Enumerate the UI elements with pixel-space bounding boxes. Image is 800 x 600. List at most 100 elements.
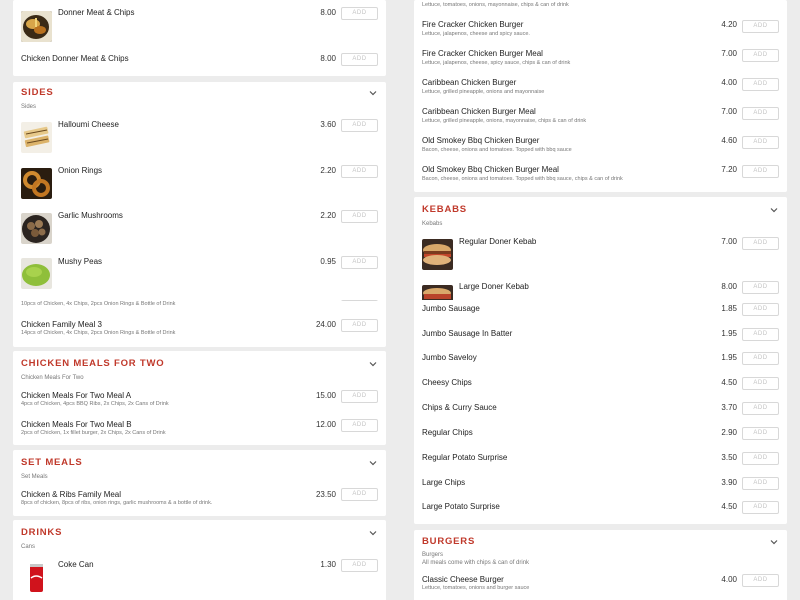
add-button[interactable]: ADD	[742, 402, 779, 415]
add-button[interactable]: ADD	[742, 501, 779, 514]
item-name: Donner Meat & Chips	[58, 8, 135, 17]
item-name: Jumbo Saveloy	[422, 353, 477, 362]
item-description: 2pcs of Chicken, 1x fillet burger, 2x Ch…	[21, 430, 166, 436]
chevron-down-icon[interactable]	[770, 207, 778, 213]
item-description: 8pcs of chicken, 8pcs of ribs, onion rin…	[21, 500, 213, 506]
add-button[interactable]: ADD	[742, 574, 779, 587]
add-button[interactable]: ADD	[341, 119, 378, 132]
item-price: 1.95	[721, 353, 737, 362]
add-button[interactable]: ADD	[742, 477, 779, 490]
item-name: Coke Can	[58, 560, 94, 569]
item-name: Mushy Peas	[58, 257, 103, 266]
add-button[interactable]: ADD	[341, 165, 378, 178]
section-subtitle: Cans	[21, 544, 36, 550]
chevron-down-icon[interactable]	[369, 460, 377, 466]
add-button[interactable]: ADD	[742, 136, 779, 149]
add-button[interactable]: ADD	[341, 488, 378, 501]
regular-doner-image	[422, 239, 453, 270]
add-button[interactable]: ADD	[742, 377, 779, 390]
section-subtitle: Sides	[21, 104, 37, 110]
item-name: Jumbo Sausage	[422, 304, 480, 313]
item-name: Onion Rings	[58, 166, 103, 175]
add-button[interactable]: ADD	[742, 303, 779, 316]
item-price: 7.00	[721, 237, 737, 246]
add-button[interactable]: ADD	[341, 53, 378, 66]
item-name: Fire Cracker Chicken Burger	[422, 20, 524, 29]
item-price: 4.60	[721, 136, 737, 145]
item-name: Halloumi Cheese	[58, 120, 119, 129]
add-button[interactable]: ADD	[341, 390, 378, 403]
item-name: Regular Potato Surprise	[422, 453, 508, 462]
item-description: Lettuce, tomatoes, onions and burger sau…	[422, 585, 530, 591]
item-price: 8.00	[721, 282, 737, 291]
section-note: All meals come with chips & can of drink	[422, 560, 530, 566]
add-button[interactable]: ADD	[742, 237, 779, 250]
section-kebabs: KEBABS Kebabs Regular Doner Kebab 7.00 A…	[414, 197, 787, 300]
section-title: DRINKS	[21, 527, 63, 538]
add-button[interactable]: ADD	[742, 352, 779, 365]
item-price: 23.50	[315, 490, 336, 499]
add-button[interactable]: ADD	[341, 319, 378, 332]
add-button[interactable]: ADD	[742, 78, 779, 91]
add-button[interactable]: ADD	[742, 49, 779, 62]
item-price: 3.50	[721, 453, 737, 462]
chevron-down-icon[interactable]	[369, 90, 377, 96]
panel-top-right: Lettuce, tomatoes, onions, mayonnaise, c…	[400, 0, 800, 300]
add-button[interactable]: ADD	[742, 20, 779, 33]
section-subtitle: Kebabs	[422, 221, 443, 227]
add-button[interactable]: ADD	[742, 452, 779, 465]
item-price: 12.00	[315, 420, 336, 429]
item-description: Lettuce, tomatoes, onions, mayonnaise, c…	[422, 2, 569, 8]
item-price: 1.85	[721, 304, 737, 313]
item-price: 4.50	[721, 378, 737, 387]
section-drinks: DRINKS Cans Coke Can 1.30 ADD	[13, 520, 386, 600]
add-button[interactable]: ADD	[341, 300, 378, 301]
add-button[interactable]: ADD	[742, 165, 779, 178]
item-price: 4.00	[721, 575, 737, 584]
item-name: Large Chips	[422, 478, 466, 487]
chevron-down-icon[interactable]	[369, 361, 377, 367]
section-sausages-chips: Jumbo Sausage 1.85 ADD Jumbo Sausage In …	[414, 300, 787, 524]
item-name: Chips & Curry Sauce	[422, 403, 497, 412]
section-title: BURGERS	[422, 536, 476, 547]
item-name: Chicken Family Meal 3	[21, 320, 102, 329]
item-description: Bacon, cheese, onions and tomatoes. Topp…	[422, 147, 572, 153]
item-price: 7.00	[721, 107, 737, 116]
item-name: Old Smokey Bbq Chicken Burger	[422, 136, 540, 145]
chevron-down-icon[interactable]	[369, 530, 377, 536]
large-doner-image	[422, 285, 453, 300]
add-button[interactable]: ADD	[341, 210, 378, 223]
item-price: 2.20	[320, 166, 336, 175]
section-subtitle: Chicken Meals For Two	[21, 375, 84, 381]
add-button[interactable]: ADD	[341, 559, 378, 572]
add-button[interactable]: ADD	[742, 107, 779, 120]
item-name: Chicken Donner Meat & Chips	[21, 54, 129, 63]
item-name: Regular Doner Kebab	[459, 237, 537, 246]
item-name: Jumbo Sausage In Batter	[422, 329, 513, 338]
chevron-down-icon[interactable]	[770, 539, 778, 545]
mushy-peas-image	[21, 258, 52, 289]
panel-bottom-left: ADD 10pcs of Chicken, 4x Chips, 2pcs Oni…	[0, 300, 400, 600]
coke-can-image	[21, 562, 52, 593]
section-title: CHICKEN MEALS FOR TWO	[21, 358, 165, 369]
item-description: Lettuce, jalapenos, cheese and spicy sau…	[422, 31, 530, 37]
item-name: Chicken Meals For Two Meal A	[21, 391, 132, 400]
add-button[interactable]: ADD	[341, 256, 378, 269]
add-button[interactable]: ADD	[341, 7, 378, 20]
item-description: Lettuce, grilled pineapple, onions and m…	[422, 89, 545, 95]
section-sides: SIDES Sides Halloumi Cheese 3.60 ADD Oni…	[13, 82, 386, 300]
panel-bottom-right: Jumbo Sausage 1.85 ADD Jumbo Sausage In …	[400, 300, 800, 600]
add-button[interactable]: ADD	[742, 427, 779, 440]
garlic-mushrooms-image	[21, 213, 52, 244]
menu-card: Donner Meat & Chips 8.00 ADD Chicken Don…	[13, 0, 386, 76]
item-name: Garlic Mushrooms	[58, 211, 123, 220]
item-description: 4pcs of Chicken, 4pcs BBQ Ribs, 2x Chips…	[21, 401, 169, 407]
add-button[interactable]: ADD	[341, 419, 378, 432]
item-name: Caribbean Chicken Burger Meal	[422, 107, 536, 116]
item-name: Fire Cracker Chicken Burger Meal	[422, 49, 543, 58]
add-button[interactable]: ADD	[742, 328, 779, 341]
section-title: SET MEALS	[21, 457, 83, 468]
item-price: 7.20	[721, 165, 737, 174]
item-price: 3.70	[721, 403, 737, 412]
add-button[interactable]: ADD	[742, 281, 779, 294]
